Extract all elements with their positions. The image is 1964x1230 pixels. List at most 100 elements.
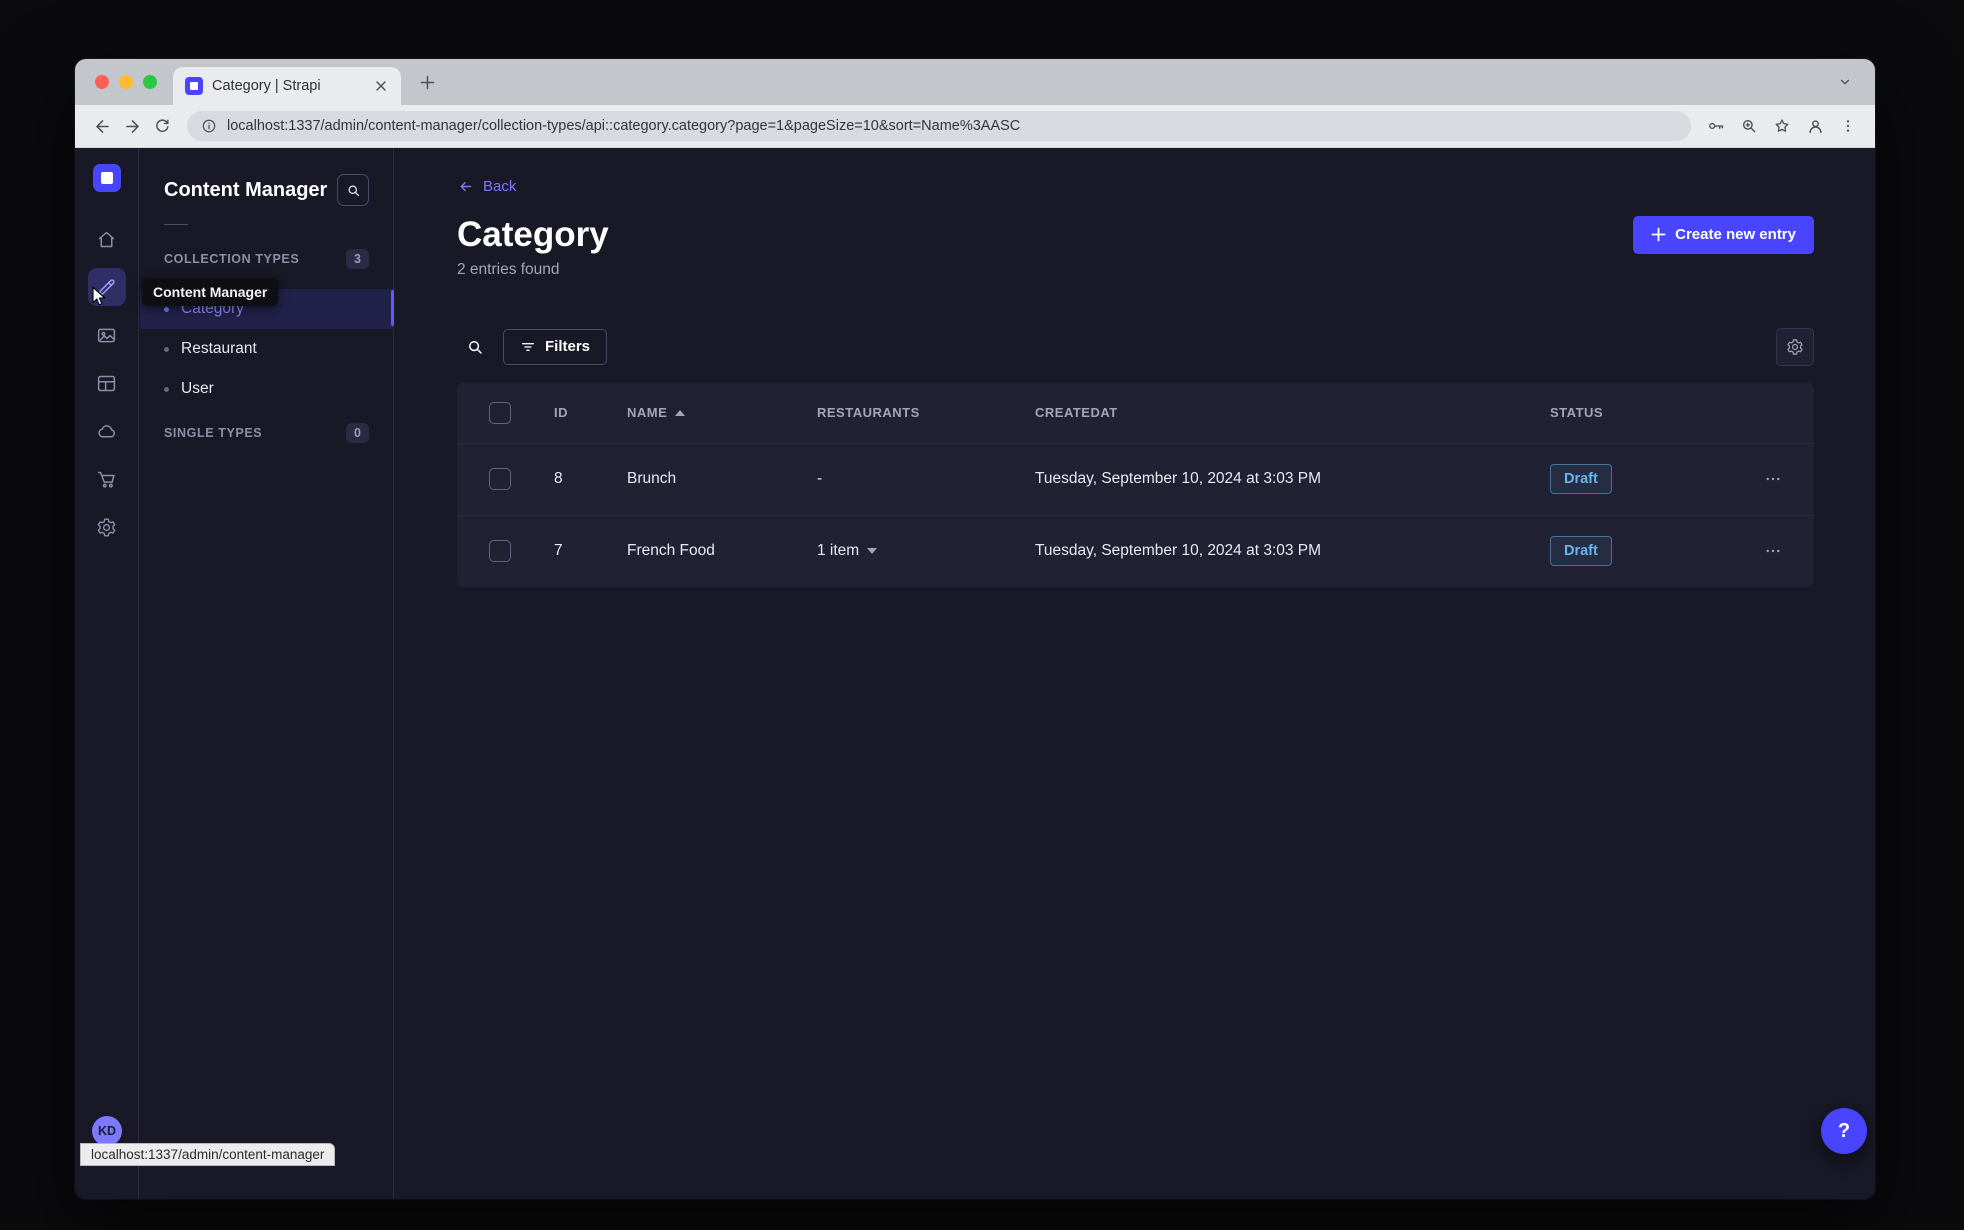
column-header-createdat: CREATEDAT: [1035, 405, 1118, 420]
user-avatar[interactable]: KD: [92, 1116, 122, 1146]
sidebar-item-label: User: [181, 380, 214, 397]
sidebar-title: Content Manager: [164, 179, 328, 201]
url-text: localhost:1337/admin/content-manager/col…: [227, 118, 1021, 134]
strapi-admin-app: KD Content Manager COLLECTION TYPES 3 Ca…: [75, 148, 1875, 1199]
sort-ascending-icon: [675, 409, 686, 416]
zoom-magnifier-icon[interactable]: [1734, 111, 1764, 141]
cell-name: French Food: [627, 542, 715, 559]
tab-close-icon[interactable]: [371, 76, 391, 96]
single-types-count-badge: 0: [346, 423, 369, 443]
column-header-name[interactable]: NAME: [617, 405, 817, 420]
sidebar-search-button[interactable]: [337, 174, 369, 206]
table-row[interactable]: 8 Brunch - Tuesday, September 10, 2024 a…: [457, 442, 1814, 515]
view-settings-button[interactable]: [1776, 327, 1814, 366]
row-actions-button[interactable]: [1758, 464, 1788, 494]
minimize-window-button[interactable]: [119, 75, 133, 89]
page-title: Category: [457, 214, 609, 254]
close-window-button[interactable]: [95, 75, 109, 89]
cell-restaurants-toggle[interactable]: 1 item: [817, 542, 1035, 560]
column-header-id: ID: [554, 405, 568, 420]
entries-table: ID NAME RESTAURANTS CREATEDAT STATUS 8 B…: [457, 382, 1814, 587]
main-content: Back Category 2 entries found Create new…: [395, 148, 1875, 1199]
row-checkbox[interactable]: [489, 540, 511, 562]
chevron-down-icon: [867, 548, 878, 554]
collection-types-count-badge: 3: [346, 249, 369, 269]
sidebar-item-restaurant[interactable]: Restaurant: [140, 329, 393, 369]
sidebar-item-user[interactable]: User: [140, 369, 393, 409]
row-actions-button[interactable]: [1758, 536, 1788, 566]
help-button[interactable]: ?: [1821, 1108, 1867, 1154]
password-key-icon[interactable]: [1701, 111, 1731, 141]
marketplace-cart-nav-button[interactable]: [88, 460, 126, 498]
row-checkbox[interactable]: [489, 468, 511, 490]
bookmark-star-icon[interactable]: [1767, 111, 1797, 141]
tab-title: Category | Strapi: [212, 78, 321, 94]
filters-button[interactable]: Filters: [503, 328, 608, 365]
status-badge: Draft: [1550, 536, 1612, 566]
strapi-logo[interactable]: [92, 164, 121, 192]
filters-label: Filters: [545, 338, 591, 355]
create-new-entry-label: Create new entry: [1675, 226, 1796, 243]
active-item-indicator: [391, 290, 394, 326]
profile-avatar-icon[interactable]: [1800, 111, 1830, 141]
list-toolbar: Filters: [457, 327, 1814, 366]
content-type-builder-nav-button[interactable]: [88, 364, 126, 402]
plus-icon: [1651, 227, 1666, 242]
single-types-label: SINGLE TYPES: [164, 426, 263, 440]
cell-id: 7: [554, 542, 563, 559]
cell-createdat: Tuesday, September 10, 2024 at 3:03 PM: [1035, 542, 1322, 559]
select-all-checkbox[interactable]: [489, 401, 511, 424]
browser-reload-button[interactable]: [147, 111, 177, 141]
sidebar-divider: [164, 224, 188, 225]
back-label: Back: [483, 177, 517, 195]
browser-forward-button[interactable]: [117, 111, 147, 141]
table-header-row: ID NAME RESTAURANTS CREATEDAT STATUS: [457, 383, 1814, 443]
site-info-icon[interactable]: [201, 118, 217, 134]
browser-tab[interactable]: Category | Strapi: [173, 67, 401, 105]
restaurants-count-label: 1 item: [817, 542, 860, 559]
search-button[interactable]: [457, 329, 493, 365]
nav-tooltip: Content Manager: [142, 278, 279, 306]
back-link[interactable]: Back: [457, 176, 516, 196]
single-types-section-header: SINGLE TYPES 0: [140, 423, 393, 443]
mouse-cursor: [92, 286, 106, 306]
filter-icon: [522, 342, 534, 351]
bullet-dot: [164, 306, 169, 312]
collection-types-section-header: COLLECTION TYPES 3: [140, 249, 393, 269]
home-nav-button[interactable]: [88, 220, 126, 258]
table-row[interactable]: 7 French Food 1 item Tuesday, September …: [457, 514, 1814, 587]
zoom-window-button[interactable]: [143, 75, 157, 89]
sidebar-item-label: Restaurant: [181, 340, 257, 357]
column-header-name-label: NAME: [627, 405, 668, 420]
tab-search-chevron-icon[interactable]: [1831, 68, 1859, 96]
sidebar-header: Content Manager: [140, 148, 393, 206]
column-header-restaurants: RESTAURANTS: [817, 405, 920, 420]
traffic-lights: [75, 75, 157, 89]
gear-icon: [1787, 338, 1803, 355]
collection-types-label: COLLECTION TYPES: [164, 252, 300, 266]
entries-count: 2 entries found: [457, 260, 560, 278]
cell-restaurants: -: [817, 470, 823, 487]
column-header-status: STATUS: [1550, 405, 1604, 420]
collection-types-list: Category Restaurant User: [140, 289, 393, 409]
browser-back-button[interactable]: [87, 111, 117, 141]
desktop-background: Category | Strapi localhost:1337/admin/c…: [0, 0, 1964, 1230]
status-bar-url-preview: localhost:1337/admin/content-manager: [80, 1143, 336, 1166]
bullet-dot: [164, 386, 169, 392]
settings-gear-nav-button[interactable]: [88, 508, 126, 546]
create-new-entry-button[interactable]: Create new entry: [1633, 215, 1814, 254]
browser-window: Category | Strapi localhost:1337/admin/c…: [75, 59, 1875, 1199]
toolbar-actions: [1701, 111, 1863, 141]
ellipsis-icon: [1766, 549, 1780, 553]
media-library-nav-button[interactable]: [88, 316, 126, 354]
search-icon: [469, 340, 482, 354]
page-header: Category 2 entries found Create new entr…: [457, 212, 1814, 280]
browser-menu-kebab-icon[interactable]: [1833, 111, 1863, 141]
tab-strip: Category | Strapi: [75, 59, 1875, 105]
cell-id: 8: [554, 470, 563, 487]
new-tab-button[interactable]: [413, 68, 441, 96]
address-bar[interactable]: localhost:1337/admin/content-manager/col…: [187, 111, 1691, 141]
deploy-cloud-nav-button[interactable]: [88, 412, 126, 450]
status-badge: Draft: [1550, 464, 1612, 494]
ellipsis-icon: [1766, 477, 1780, 481]
